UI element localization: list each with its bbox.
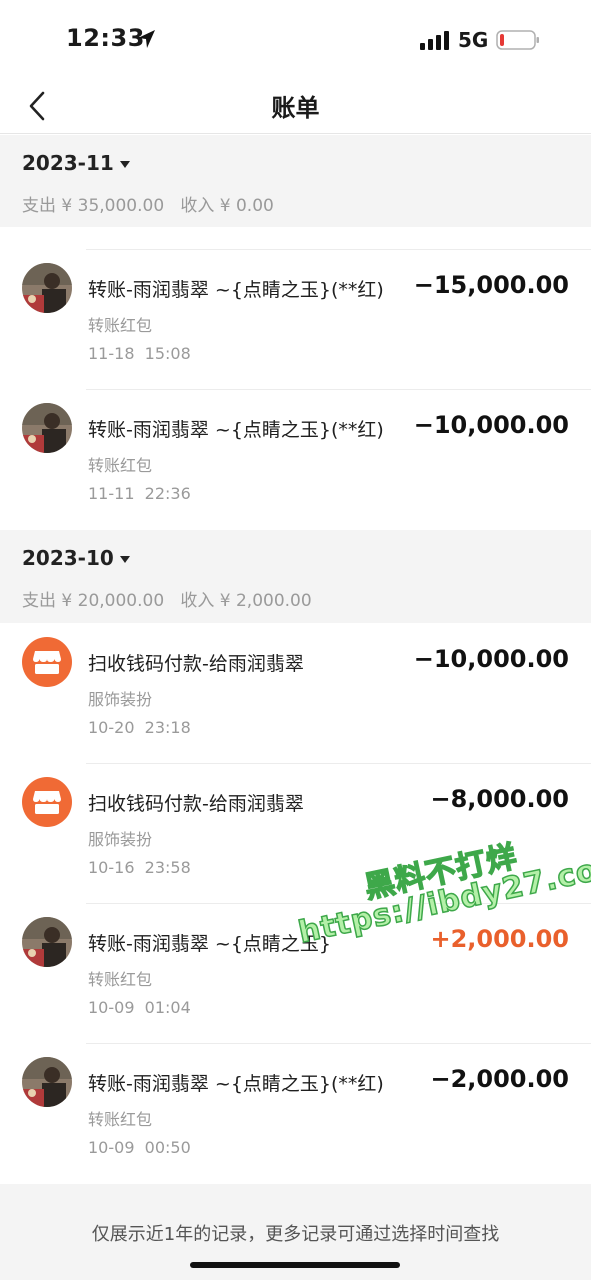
transaction-title: 扫收钱码付款-给雨润翡翠	[88, 653, 304, 675]
transaction-row[interactable]: 转账-雨润翡翠 ~{点睛之玉} 转账红包 10-09 01:04 +2,000.…	[0, 903, 591, 1043]
avatar	[22, 263, 72, 313]
transaction-amount: −10,000.00	[413, 411, 569, 439]
month-summary: 支出 ¥ 35,000.00 收入 ¥ 0.00	[22, 196, 274, 216]
divider	[86, 249, 591, 250]
avatar	[22, 403, 72, 453]
caret-down-icon	[119, 160, 130, 168]
page-title: 账单	[271, 94, 320, 122]
footer-note: 仅展示近1年的记录，更多记录可通过选择时间查找	[91, 1224, 500, 1245]
transaction-amount: −8,000.00	[430, 785, 569, 813]
divider	[86, 763, 591, 764]
storefront-icon	[33, 791, 61, 814]
month-header-2023-10: 2023-10 支出 ¥ 20,000.00 收入 ¥ 2,000.00	[0, 530, 591, 623]
avatar	[22, 1057, 72, 1107]
storefront-icon	[33, 651, 61, 674]
month-summary: 支出 ¥ 20,000.00 收入 ¥ 2,000.00	[22, 591, 312, 611]
transaction-category: 转账红包	[88, 316, 153, 335]
home-indicator	[190, 1262, 400, 1268]
status-bar: 12:33 5G	[0, 0, 591, 78]
shop-icon	[22, 777, 72, 827]
nav-bar: 账单	[0, 78, 591, 134]
transaction-row[interactable]: 扫收钱码付款-给雨润翡翠 服饰装扮 10-20 23:18 −10,000.00	[0, 623, 591, 763]
transaction-amount: −15,000.00	[413, 271, 569, 299]
transaction-category: 转账红包	[88, 1110, 153, 1129]
transaction-amount: +2,000.00	[430, 925, 569, 953]
divider	[86, 1043, 591, 1044]
transaction-title: 转账-雨润翡翠 ~{点睛之玉}	[88, 933, 331, 955]
battery-low-icon	[496, 30, 539, 50]
transaction-row[interactable]: 转账-雨润翡翠 ~{点睛之玉}(**红) 转账红包 11-11 22:36 −1…	[0, 389, 591, 529]
status-time: 12:33	[66, 24, 145, 52]
transaction-time: 10-16 23:58	[88, 858, 191, 877]
transaction-category: 服饰装扮	[88, 690, 153, 709]
transaction-amount: −2,000.00	[430, 1065, 569, 1093]
month-label: 2023-11	[22, 151, 114, 175]
transaction-row[interactable]: 转账-雨润翡翠 ~{点睛之玉}(**红) 转账红包 11-18 15:08 −1…	[0, 249, 591, 389]
transaction-category: 转账红包	[88, 970, 153, 989]
transaction-title: 扫收钱码付款-给雨润翡翠	[88, 793, 304, 815]
transaction-time: 10-20 23:18	[88, 718, 191, 737]
transaction-row[interactable]: 转账-雨润翡翠 ~{点睛之玉}(**红) 转账红包 10-09 00:50 −2…	[0, 1043, 591, 1183]
transaction-time: 11-11 22:36	[88, 484, 191, 503]
shop-icon	[22, 637, 72, 687]
transaction-time: 11-18 15:08	[88, 344, 191, 363]
cellular-signal-icon	[420, 31, 449, 50]
transaction-title: 转账-雨润翡翠 ~{点睛之玉}(**红)	[88, 1073, 384, 1095]
transaction-time: 10-09 00:50	[88, 1138, 191, 1157]
transaction-amount: −10,000.00	[413, 645, 569, 673]
location-arrow-icon	[138, 30, 155, 48]
transaction-row[interactable]: 扫收钱码付款-给雨润翡翠 服饰装扮 10-16 23:58 −8,000.00	[0, 763, 591, 903]
network-type: 5G	[458, 28, 489, 52]
transaction-category: 服饰装扮	[88, 830, 153, 849]
transaction-title: 转账-雨润翡翠 ~{点睛之玉}(**红)	[88, 279, 384, 301]
month-selector[interactable]: 2023-10	[22, 546, 130, 570]
transaction-title: 转账-雨润翡翠 ~{点睛之玉}(**红)	[88, 419, 384, 441]
avatar	[22, 917, 72, 967]
divider	[86, 903, 591, 904]
month-selector[interactable]: 2023-11	[22, 151, 130, 175]
month-label: 2023-10	[22, 546, 114, 570]
transaction-category: 转账红包	[88, 456, 153, 475]
caret-down-icon	[119, 555, 130, 563]
month-header-2023-11: 2023-11 支出 ¥ 35,000.00 收入 ¥ 0.00	[0, 135, 591, 227]
divider	[86, 389, 591, 390]
transaction-time: 10-09 01:04	[88, 998, 191, 1017]
